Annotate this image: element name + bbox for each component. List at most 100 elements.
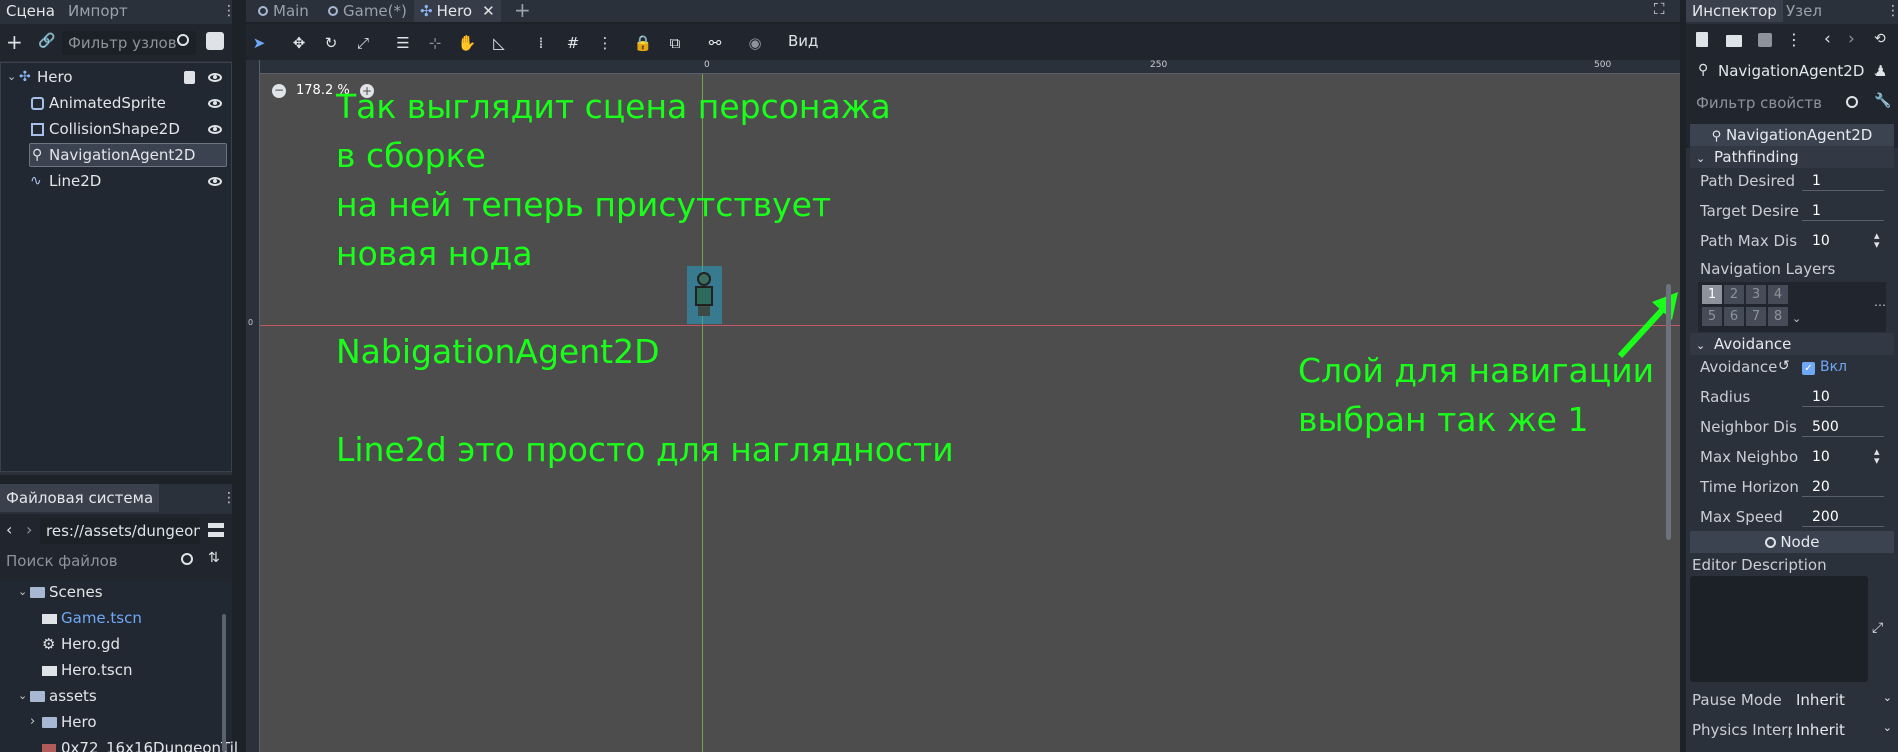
bone-icon[interactable]: ⚯ xyxy=(704,32,726,54)
save-icon[interactable] xyxy=(1758,33,1772,47)
back-arrow-icon[interactable]: ‹ xyxy=(6,520,12,539)
layer-2-toggle[interactable]: 2 xyxy=(1724,285,1744,304)
visibility-eye-icon[interactable] xyxy=(208,125,222,134)
sort-icon[interactable]: ⇅ xyxy=(208,550,220,566)
zoom-out-icon[interactable]: − xyxy=(272,84,286,98)
more-options-icon[interactable]: ⋮ xyxy=(594,32,616,54)
dock-menu-icon[interactable]: ⋮ xyxy=(222,3,236,19)
viewport-scrollbar[interactable] xyxy=(1666,284,1671,540)
node-info-icon[interactable]: ♟ xyxy=(1874,62,1887,80)
prop-value-path-desired[interactable]: 1 xyxy=(1812,173,1821,189)
chevron-down-icon[interactable]: ⌄ xyxy=(1792,312,1801,325)
layer-7-toggle[interactable]: 7 xyxy=(1746,307,1766,326)
split-view-icon[interactable] xyxy=(208,523,224,537)
tab-hero[interactable]: ✣ Hero ✕ xyxy=(414,0,501,22)
layer-4-toggle[interactable]: 4 xyxy=(1768,285,1788,304)
node-filter-input[interactable]: Фильтр узлов xyxy=(62,31,196,55)
pause-mode-select[interactable]: Inherit ⌄ xyxy=(1796,691,1894,709)
layer-5-toggle[interactable]: 5 xyxy=(1702,307,1722,326)
chevron-down-icon[interactable]: ⌄ xyxy=(7,65,16,89)
chevron-right-icon[interactable]: › xyxy=(30,710,35,734)
view-menu-button[interactable]: Вид xyxy=(788,32,818,50)
fullscreen-icon[interactable]: ⛶ xyxy=(1654,0,1665,18)
prop-value-max-speed[interactable]: 200 xyxy=(1812,509,1839,525)
prop-value-target-desired[interactable]: 1 xyxy=(1812,203,1821,219)
spinbox-arrows-icon[interactable]: ▴ ▾ xyxy=(1874,230,1880,250)
revert-icon[interactable]: ↺ xyxy=(1778,358,1790,374)
scrollbar[interactable] xyxy=(222,614,226,752)
slider-track[interactable] xyxy=(1802,190,1884,191)
chevron-down-icon[interactable]: ⌄ xyxy=(18,580,27,604)
tab-node[interactable]: Узел xyxy=(1780,0,1828,22)
slider-track[interactable] xyxy=(1802,436,1884,437)
layer-3-toggle[interactable]: 3 xyxy=(1746,285,1766,304)
open-folder-icon[interactable] xyxy=(1726,35,1742,47)
history-back-icon[interactable]: ‹ xyxy=(1824,29,1831,49)
tab-inspector[interactable]: Инспектор xyxy=(1686,0,1783,22)
script-node-icon[interactable] xyxy=(206,32,224,50)
dock-menu-icon[interactable]: ⋮ xyxy=(222,490,236,506)
prop-value-radius[interactable]: 10 xyxy=(1812,389,1830,405)
forward-arrow-icon[interactable]: › xyxy=(26,520,32,539)
property-filter-input[interactable]: Фильтр свойств xyxy=(1690,90,1870,116)
tree-item-line2d[interactable]: ∿ Line2D xyxy=(1,169,231,193)
add-node-icon[interactable]: + xyxy=(6,30,23,54)
wrench-icon[interactable]: 🔧 xyxy=(1874,93,1891,109)
prop-value-max-neighbors[interactable]: 10 xyxy=(1812,449,1830,465)
pan-tool-icon[interactable]: ✋ xyxy=(456,32,478,54)
new-resource-icon[interactable] xyxy=(1696,32,1708,47)
chevron-down-icon[interactable]: ⌄ xyxy=(18,684,27,708)
spinbox-arrows-icon[interactable]: ▴ ▾ xyxy=(1874,446,1880,466)
move-tool-icon[interactable]: ✥ xyxy=(288,32,310,54)
path-field[interactable]: res://assets/dungeon_ xyxy=(40,518,200,544)
avoidance-checkbox[interactable]: ✓ xyxy=(1802,362,1815,375)
ruler-tool-icon[interactable]: ◺ xyxy=(488,32,510,54)
slider-track[interactable] xyxy=(1802,526,1884,527)
tree-item-animatedsprite[interactable]: AnimatedSprite xyxy=(1,91,231,115)
select-tool-icon[interactable]: ➤ xyxy=(248,32,270,54)
visibility-eye-icon[interactable] xyxy=(208,73,222,82)
history-icon[interactable]: ⟲ xyxy=(1874,31,1886,47)
physics-interp-select[interactable]: Inherit ⌄ xyxy=(1796,721,1894,739)
scale-tool-icon[interactable]: ⤢ xyxy=(352,32,374,54)
tree-item-navigationagent2d[interactable]: ⚲ NavigationAgent2D xyxy=(29,143,227,167)
editor-description-field[interactable] xyxy=(1690,576,1868,682)
prop-value-time-horizon[interactable]: 20 xyxy=(1812,479,1830,495)
layers-more-icon[interactable]: ⋯ xyxy=(1874,298,1886,312)
history-forward-icon[interactable]: › xyxy=(1848,29,1855,49)
pivot-tool-icon[interactable]: ⊹ xyxy=(424,32,446,54)
smart-snap-icon[interactable]: ⁞ xyxy=(530,32,552,54)
tab-filesystem[interactable]: Файловая система xyxy=(0,484,160,512)
list-select-icon[interactable]: ☰ xyxy=(392,32,414,54)
dock-menu-icon[interactable]: ⋮ xyxy=(1886,3,1898,19)
layer-6-toggle[interactable]: 6 xyxy=(1724,307,1744,326)
slider-track[interactable] xyxy=(1802,220,1884,221)
prop-value-neighbor-distance[interactable]: 500 xyxy=(1812,419,1839,435)
viewport[interactable]: 0 250 500 0 − 178.2 % + Так выглядит сце… xyxy=(246,60,1680,752)
object-selector[interactable]: NavigationAgent2D ⌄ xyxy=(1718,62,1881,80)
more-options-icon[interactable]: ⋮ xyxy=(1786,30,1802,49)
camera-icon[interactable]: ◉ xyxy=(744,32,766,54)
lock-icon[interactable]: 🔒 xyxy=(632,32,654,54)
grid-snap-icon[interactable]: # xyxy=(562,32,584,54)
slider-track[interactable] xyxy=(1802,496,1884,497)
visibility-eye-icon[interactable] xyxy=(208,177,222,186)
tree-item-hero[interactable]: ⌄ ✣ Hero xyxy=(1,65,231,89)
group-icon[interactable]: ⧉ xyxy=(664,32,686,54)
layer-1-toggle[interactable]: 1 xyxy=(1702,285,1722,304)
tree-item-collisionshape2d[interactable]: CollisionShape2D xyxy=(1,117,231,141)
slider-track[interactable] xyxy=(1802,406,1884,407)
visibility-eye-icon[interactable] xyxy=(208,99,222,108)
tab-scene[interactable]: Сцена xyxy=(0,0,61,22)
script-icon[interactable] xyxy=(184,71,195,84)
tab-import[interactable]: Импорт xyxy=(62,0,134,22)
tab-main[interactable]: Main xyxy=(252,0,315,22)
layer-8-toggle[interactable]: 8 xyxy=(1768,307,1788,326)
add-tab-icon[interactable]: + xyxy=(514,0,531,22)
section-pathfinding[interactable]: ⌄ Pathfinding xyxy=(1690,146,1894,168)
section-avoidance[interactable]: ⌄ Avoidance xyxy=(1690,333,1894,355)
close-icon[interactable]: ✕ xyxy=(482,2,495,20)
expand-icon[interactable]: ⤢ xyxy=(1872,620,1883,636)
link-icon[interactable]: 🔗 xyxy=(38,33,55,49)
prop-value-path-max-distance[interactable]: 10 xyxy=(1812,233,1830,249)
